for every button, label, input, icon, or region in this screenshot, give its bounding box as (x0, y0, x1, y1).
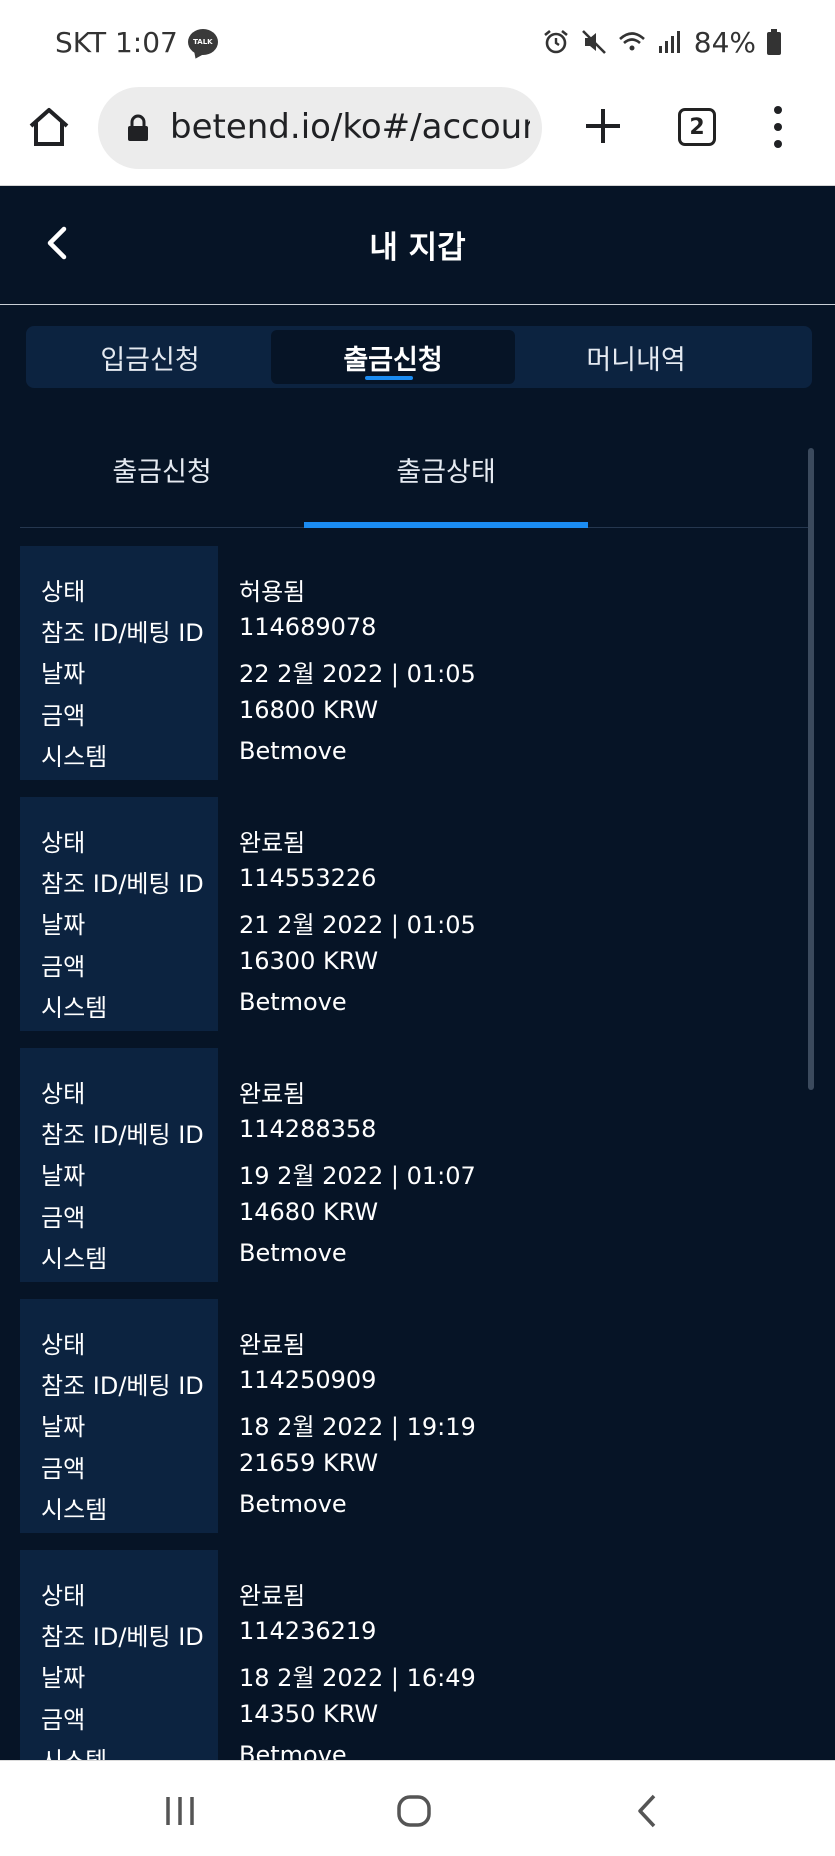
amount-value: 21659 KRW (239, 1449, 379, 1477)
tab-switcher-button[interactable]: 2 (678, 108, 716, 146)
status-label: 상태 (41, 578, 86, 606)
date-value: 22 2월 2022 | 01:05 (239, 660, 476, 688)
status-label: 상태 (41, 1582, 86, 1610)
ref-id-label: 참조 ID/베팅 ID (41, 619, 204, 647)
system-label: 시스템 (41, 994, 108, 1022)
ref-id-value: 114689078 (239, 613, 377, 641)
plus-icon[interactable] (583, 106, 623, 146)
status-bar: SKT 1:07 TALK 84% (0, 0, 835, 82)
address-bar[interactable]: betend.io/ko#/account (98, 87, 542, 169)
withdraw-record: 상태 참조 ID/베팅 ID 날짜 금액 시스템 완료됨 114553226 2… (20, 797, 810, 1031)
android-nav-bar (0, 1760, 835, 1856)
ref-id-label: 참조 ID/베팅 ID (41, 870, 204, 898)
amount-label: 금액 (41, 702, 86, 730)
amount-value: 16300 KRW (239, 947, 379, 975)
amount-label: 금액 (41, 953, 86, 981)
browser-toolbar: betend.io/ko#/account 2 (0, 82, 835, 186)
tab-label: 머니내역 (586, 344, 686, 376)
home-circle-icon[interactable] (394, 1791, 434, 1831)
date-value: 18 2월 2022 | 19:19 (239, 1413, 476, 1441)
subtab-withdraw-status[interactable]: 출금상태 (304, 432, 588, 528)
home-icon[interactable] (26, 104, 72, 150)
page-title: 내 지갑 (369, 230, 466, 266)
subtab-withdraw-request[interactable]: 출금신청 (20, 432, 304, 528)
withdraw-record: 상태 참조 ID/베팅 ID 날짜 금액 시스템 허용됨 114689078 2… (20, 546, 810, 780)
withdraw-record: 상태 참조 ID/베팅 ID 날짜 금액 시스템 완료됨 114236219 1… (20, 1550, 810, 1760)
tab-deposit-request[interactable]: 입금신청 (28, 330, 272, 384)
kakaotalk-icon: TALK (187, 29, 218, 55)
withdraw-record: 상태 참조 ID/베팅 ID 날짜 금액 시스템 완료됨 114250909 1… (20, 1299, 810, 1533)
system-value: Betmove (239, 1741, 347, 1760)
active-tab-indicator (365, 376, 413, 380)
carrier-time: SKT 1:07 (55, 25, 178, 59)
status-label: 상태 (41, 1331, 86, 1359)
date-value: 19 2월 2022 | 01:07 (239, 1162, 476, 1190)
amount-label: 금액 (41, 1706, 86, 1734)
withdraw-status-list: 상태 참조 ID/베팅 ID 날짜 금액 시스템 허용됨 114689078 2… (20, 546, 810, 1760)
withdraw-subtabs: 출금신청 출금상태 (20, 432, 812, 528)
status-value: 완료됨 (239, 1582, 306, 1610)
active-subtab-indicator (304, 522, 588, 528)
back-icon[interactable] (628, 1791, 668, 1831)
amount-value: 14350 KRW (239, 1700, 379, 1728)
status-value: 완료됨 (239, 1080, 306, 1108)
status-value: 완료됨 (239, 829, 306, 857)
ref-id-label: 참조 ID/베팅 ID (41, 1372, 204, 1400)
system-label: 시스템 (41, 1496, 108, 1524)
date-label: 날짜 (41, 1664, 86, 1692)
tab-label: 출금신청 (343, 344, 443, 376)
wallet-tabs: 입금신청 출금신청 머니내역 (26, 326, 812, 388)
subtab-label: 출금상태 (396, 457, 496, 488)
lock-icon (128, 114, 148, 141)
system-value: Betmove (239, 1490, 347, 1518)
signal-icon (658, 31, 680, 53)
date-value: 18 2월 2022 | 16:49 (239, 1664, 476, 1692)
amount-label: 금액 (41, 1455, 86, 1483)
system-value: Betmove (239, 737, 347, 765)
amount-label: 금액 (41, 1204, 86, 1232)
system-label: 시스템 (41, 1245, 108, 1273)
date-label: 날짜 (41, 1413, 86, 1441)
amount-value: 16800 KRW (239, 696, 379, 724)
withdraw-record: 상태 참조 ID/베팅 ID 날짜 금액 시스템 완료됨 114288358 1… (20, 1048, 810, 1282)
subtab-label: 출금신청 (112, 457, 212, 488)
kebab-menu-icon[interactable] (768, 104, 788, 150)
wifi-icon (618, 32, 645, 51)
system-label: 시스템 (41, 743, 108, 771)
ref-id-value: 114250909 (239, 1366, 377, 1394)
status-label: 상태 (41, 1080, 86, 1108)
tab-label: 입금신청 (100, 344, 200, 376)
url-text[interactable]: betend.io/ko#/account (170, 107, 530, 147)
alarm-icon (543, 29, 568, 54)
battery-icon (767, 29, 781, 55)
system-value: Betmove (239, 1239, 347, 1267)
status-label: 상태 (41, 829, 86, 857)
status-left: SKT 1:07 TALK (55, 22, 218, 62)
date-label: 날짜 (41, 911, 86, 939)
date-label: 날짜 (41, 1162, 86, 1190)
date-value: 21 2월 2022 | 01:05 (239, 911, 476, 939)
status-value: 완료됨 (239, 1331, 306, 1359)
ref-id-value: 114288358 (239, 1115, 377, 1143)
date-label: 날짜 (41, 660, 86, 688)
ref-id-label: 참조 ID/베팅 ID (41, 1623, 204, 1651)
amount-value: 14680 KRW (239, 1198, 379, 1226)
status-right: 84% (542, 22, 782, 62)
ref-id-value: 114553226 (239, 864, 377, 892)
system-value: Betmove (239, 988, 347, 1016)
mute-icon (581, 30, 606, 54)
recent-apps-icon[interactable] (160, 1791, 200, 1831)
tab-withdraw-request[interactable]: 출금신청 (271, 330, 515, 384)
battery-percent: 84% (693, 25, 756, 59)
ref-id-label: 참조 ID/베팅 ID (41, 1121, 204, 1149)
ref-id-value: 114236219 (239, 1617, 377, 1645)
tab-money-history[interactable]: 머니내역 (514, 330, 758, 384)
app-header: 내 지갑 (0, 186, 835, 305)
status-value: 허용됨 (239, 578, 306, 606)
system-label: 시스템 (41, 1741, 107, 1760)
